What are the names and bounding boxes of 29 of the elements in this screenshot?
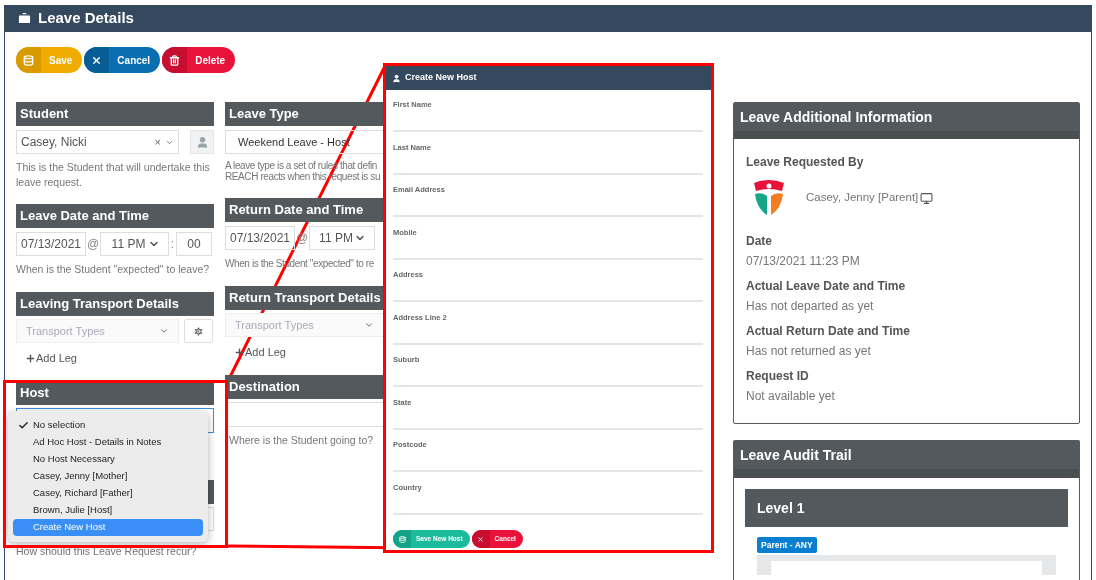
section-header: Destination [225, 375, 383, 399]
dialog-title: Create New Host [405, 71, 477, 85]
field-label: Request ID [746, 368, 810, 384]
section-header: Student [16, 102, 214, 126]
help-text: When is the Student "expected" to leave? [16, 262, 211, 277]
section-header: Leave Type [225, 102, 383, 126]
field-label: Actual Return Date and Time [746, 323, 911, 339]
field-value: Has not returned as yet [746, 343, 872, 359]
at-sign: @ [86, 236, 100, 253]
panel-header: Leave Additional Information [734, 103, 1079, 139]
level-header: Level 1 [745, 489, 1068, 527]
field-value: Not available yet [746, 388, 836, 404]
section-header: Host [16, 381, 214, 405]
help-text: Where is the Student going to? [229, 433, 375, 448]
requester-name: Casey, Jenny [Parent] [806, 190, 919, 206]
panel-header: Leave Audit Trail [734, 441, 1079, 478]
help-text: This is the Student that will undertake this leave request. [16, 160, 211, 190]
field-label: Leave Requested By [746, 154, 865, 171]
field-label: Date [746, 233, 773, 249]
section-header: Return Transport Details [225, 286, 383, 310]
section-header: Leaving Transport Details [16, 292, 214, 316]
field-value: Has not departed as yet [746, 298, 875, 314]
field-label: Actual Leave Date and Time [746, 278, 907, 294]
field-value: 07/13/2021 11:23 PM [746, 253, 861, 269]
colon: : [169, 236, 176, 253]
section-header: Leave Date and Time [16, 204, 214, 228]
role-badge: Parent - ANY [757, 537, 817, 553]
page-title: Leave Details [38, 8, 134, 29]
section-header: Return Date and Time [225, 198, 383, 222]
